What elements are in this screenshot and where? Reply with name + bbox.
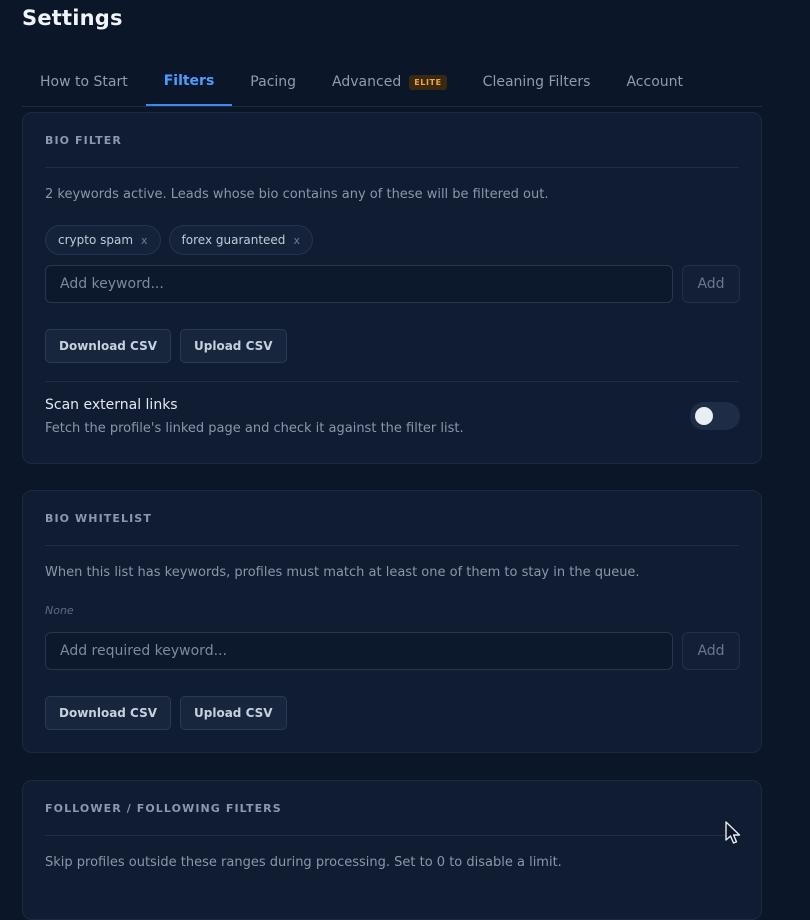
- bio-whitelist-description: When this list has keywords, profiles mu…: [45, 565, 640, 580]
- keyword-chip: crypto spam x: [45, 225, 161, 255]
- add-required-keyword-button[interactable]: Add: [682, 632, 740, 670]
- tab-label: Account: [626, 74, 683, 90]
- bio-filter-description: 2 keywords active. Leads whose bio conta…: [45, 187, 549, 202]
- settings-tabs: How to Start Filters Pacing Advanced ELI…: [22, 58, 762, 107]
- card-heading: FOLLOWER / FOLLOWING FILTERS: [45, 781, 739, 836]
- tab-advanced[interactable]: Advanced ELITE: [314, 58, 465, 106]
- card-heading: BIO WHITELIST: [45, 491, 739, 546]
- scan-links-title: Scan external links: [45, 397, 178, 413]
- tab-label: How to Start: [40, 74, 128, 90]
- remove-keyword-icon[interactable]: x: [141, 234, 148, 247]
- tab-cleaning-filters[interactable]: Cleaning Filters: [465, 58, 609, 106]
- elite-badge: ELITE: [409, 74, 447, 90]
- tab-label: Filters: [163, 73, 215, 89]
- toggle-knob: [695, 407, 713, 425]
- remove-keyword-icon[interactable]: x: [293, 234, 300, 247]
- keyword-chip-label: forex guaranteed: [181, 233, 286, 247]
- mouse-cursor-icon: [725, 821, 741, 844]
- scan-links-description: Fetch the profile's linked page and chec…: [45, 421, 464, 436]
- add-keyword-button[interactable]: Add: [682, 265, 740, 303]
- page-title: Settings: [22, 6, 123, 30]
- keyword-chip: forex guaranteed x: [168, 225, 313, 255]
- add-required-keyword-input[interactable]: [45, 632, 673, 670]
- tab-label: Pacing: [250, 74, 297, 90]
- section-divider: [45, 381, 739, 382]
- tab-how-to-start[interactable]: How to Start: [22, 58, 146, 106]
- upload-csv-button[interactable]: Upload CSV: [180, 696, 287, 730]
- tab-label: Advanced: [332, 74, 402, 90]
- csv-actions: Download CSV Upload CSV: [45, 696, 287, 730]
- csv-actions: Download CSV Upload CSV: [45, 329, 287, 363]
- tab-account[interactable]: Account: [608, 58, 701, 106]
- card-heading: BIO FILTER: [45, 113, 739, 168]
- upload-csv-button[interactable]: Upload CSV: [180, 329, 287, 363]
- bio-filter-card: BIO FILTER 2 keywords active. Leads whos…: [22, 112, 762, 464]
- follower-filters-description: Skip profiles outside these ranges durin…: [45, 855, 562, 870]
- keyword-chips: crypto spam x forex guaranteed x: [45, 225, 313, 255]
- tab-filters[interactable]: Filters: [145, 58, 233, 106]
- bio-whitelist-card: BIO WHITELIST When this list has keyword…: [22, 490, 762, 753]
- scan-links-toggle[interactable]: [690, 402, 740, 430]
- add-keyword-input[interactable]: [45, 265, 673, 303]
- download-csv-button[interactable]: Download CSV: [45, 696, 172, 730]
- tab-label: Cleaning Filters: [482, 74, 591, 90]
- tab-pacing[interactable]: Pacing: [232, 58, 314, 106]
- whitelist-empty-label: None: [45, 604, 74, 617]
- download-csv-button[interactable]: Download CSV: [45, 329, 172, 363]
- follower-filters-card: FOLLOWER / FOLLOWING FILTERS Skip profil…: [22, 780, 762, 920]
- keyword-chip-label: crypto spam: [58, 233, 134, 247]
